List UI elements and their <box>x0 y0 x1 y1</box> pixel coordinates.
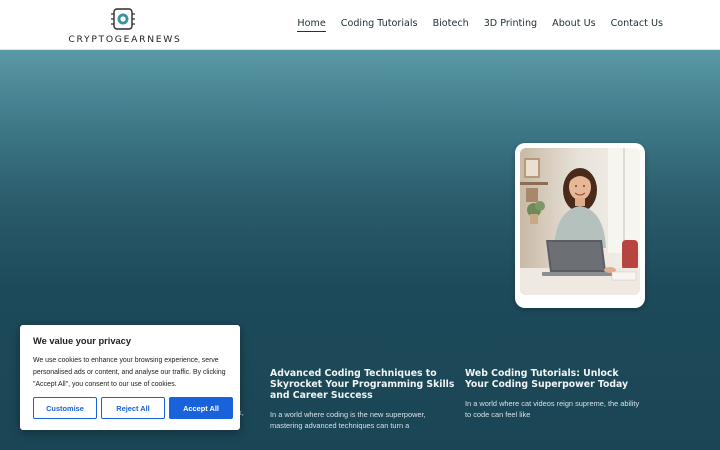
nav-biotech[interactable]: Biotech <box>433 18 469 32</box>
main-navigation: Home Coding Tutorials Biotech 3D Printin… <box>297 18 663 32</box>
hero-image-frame <box>515 143 645 308</box>
logo-text: CRYPTOGEARNEWS <box>68 34 182 45</box>
nav-about-us[interactable]: About Us <box>552 18 595 32</box>
article-card[interactable]: Advanced Coding Techniques to Skyrocket … <box>270 368 455 431</box>
cookie-consent-dialog: We value your privacy We use cookies to … <box>20 325 240 430</box>
article-card[interactable]: Web Coding Tutorials: Unlock Your Coding… <box>465 368 640 420</box>
site-logo[interactable]: CRYPTOGEARNEWS <box>64 7 186 45</box>
nav-3d-printing[interactable]: 3D Printing <box>484 18 537 32</box>
nav-coding-tutorials[interactable]: Coding Tutorials <box>341 18 418 32</box>
customise-button[interactable]: Customise <box>33 397 97 419</box>
article-title[interactable]: Advanced Coding Techniques to Skyrocket … <box>270 368 455 401</box>
circuit-coin-icon <box>111 8 135 30</box>
accept-all-button[interactable]: Accept All <box>169 397 233 419</box>
article-excerpt: In a world where coding is the new super… <box>270 410 426 430</box>
cookie-description: We use cookies to enhance your browsing … <box>33 357 226 388</box>
woman-with-laptop-photo <box>520 148 640 295</box>
article-title[interactable]: Web Coding Tutorials: Unlock Your Coding… <box>465 368 640 390</box>
cookie-actions: Customise Reject All Accept All <box>33 397 233 419</box>
nav-contact-us[interactable]: Contact Us <box>611 18 663 32</box>
nav-home[interactable]: Home <box>297 18 326 32</box>
reject-all-button[interactable]: Reject All <box>101 397 165 419</box>
site-header: CRYPTOGEARNEWS Home Coding Tutorials Bio… <box>0 0 720 50</box>
cookie-title: We value your privacy <box>33 336 132 346</box>
article-excerpt: In a world where cat videos reign suprem… <box>465 399 640 419</box>
